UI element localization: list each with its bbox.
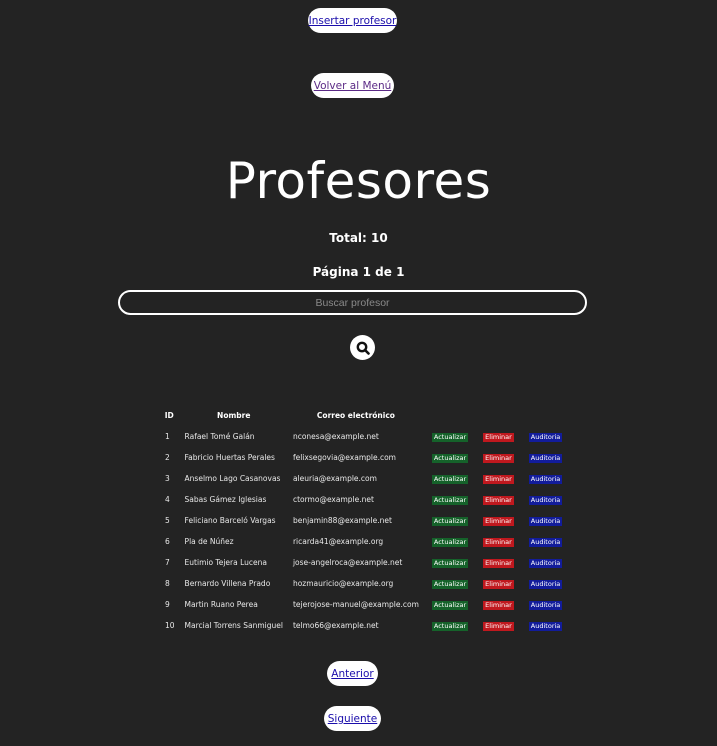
update-button[interactable]: Actualizar [431, 495, 469, 505]
search-input[interactable] [118, 290, 587, 315]
insert-professor-link[interactable]: Insertar profesor [308, 8, 397, 33]
table-row: 10 Marcial Torrens Sanmiguel telmo66@examp… [159, 615, 569, 636]
table-row: 1 Rafael Tomé Galán nconesa@example.net Act… [159, 426, 569, 447]
cell-id: 4 [165, 495, 170, 504]
update-button[interactable]: Actualizar [431, 579, 469, 589]
cell-email: ricarda41@example.org [292, 537, 384, 546]
table-row: 3 Anselmo Lago Casanovas aleuria@example.c… [159, 468, 569, 489]
cell-name: Pla de Núñez [184, 537, 234, 546]
column-header-name: Nombre [217, 410, 251, 420]
column-header-actions [424, 404, 475, 426]
audit-button[interactable]: Auditoria [528, 600, 563, 610]
delete-button[interactable]: Eliminar [483, 537, 514, 547]
delete-button[interactable]: Eliminar [483, 516, 514, 526]
next-page-link[interactable]: Siguiente [324, 706, 381, 731]
delete-button[interactable]: Eliminar [483, 558, 514, 568]
table-row: 4 Sabas Gámez Iglesias ctormo@example.net A… [159, 489, 569, 510]
search-icon [356, 341, 370, 355]
cell-name: Feliciano Barceló Vargas [184, 516, 276, 525]
search-button[interactable] [350, 335, 375, 360]
column-header-email: Correo electrónico [316, 410, 395, 420]
cell-email: tejerojose-manuel@example.com [292, 600, 419, 609]
delete-button[interactable]: Eliminar [483, 600, 514, 610]
audit-button[interactable]: Auditoria [528, 579, 563, 589]
table-row: 6 Pla de Núñez ricarda41@example.org Actual… [159, 531, 569, 552]
page-indicator: Página 1 de 1 [312, 265, 405, 279]
cell-id: 3 [165, 474, 170, 483]
page: Insertar profesor Volver al Menú Profeso… [0, 0, 717, 746]
table-body: 1 Rafael Tomé Galán nconesa@example.net Act… [159, 426, 569, 636]
audit-button[interactable]: Auditoria [528, 495, 563, 505]
professors-table: ID Nombre Correo electrónico 1 Rafael Tom… [159, 404, 569, 636]
update-button[interactable]: Actualizar [431, 432, 469, 442]
audit-button[interactable]: Auditoria [528, 537, 563, 547]
cell-name: Eutimio Tejera Lucena [184, 558, 267, 567]
delete-button[interactable]: Eliminar [483, 453, 514, 463]
audit-button[interactable]: Auditoria [528, 474, 563, 484]
cell-email: nconesa@example.net [292, 432, 379, 441]
audit-button[interactable]: Auditoria [528, 621, 563, 631]
update-button[interactable]: Actualizar [431, 621, 469, 631]
table-row: 2 Fabricio Huertas Perales felixsegovia@ex… [159, 447, 569, 468]
page-title: Profesores [225, 152, 492, 210]
audit-button[interactable]: Auditoria [528, 432, 563, 442]
update-button[interactable]: Actualizar [431, 516, 469, 526]
cell-id: 2 [165, 453, 170, 462]
update-button[interactable]: Actualizar [431, 600, 469, 610]
delete-button[interactable]: Eliminar [483, 432, 514, 442]
column-header-id: ID [164, 410, 174, 420]
delete-button[interactable]: Eliminar [483, 495, 514, 505]
table-row: 7 Eutimio Tejera Lucena jose-angelroca@exa… [159, 552, 569, 573]
cell-id: 10 [165, 621, 175, 630]
cell-name: Bernardo Villena Prado [184, 579, 271, 588]
table-row: 8 Bernardo Villena Prado hozmauricio@examp… [159, 573, 569, 594]
update-button[interactable]: Actualizar [431, 537, 469, 547]
cell-id: 1 [165, 432, 170, 441]
audit-button[interactable]: Auditoria [528, 516, 563, 526]
update-button[interactable]: Actualizar [431, 453, 469, 463]
cell-name: Fabricio Huertas Perales [184, 453, 275, 462]
table-row: 9 Martin Ruano Perea tejerojose-manuel@exa… [159, 594, 569, 615]
cell-name: Martin Ruano Perea [184, 600, 258, 609]
previous-page-link[interactable]: Anterior [327, 661, 378, 686]
cell-email: benjamin88@example.net [292, 516, 392, 525]
cell-name: Anselmo Lago Casanovas [184, 474, 281, 483]
delete-button[interactable]: Eliminar [483, 474, 514, 484]
audit-button[interactable]: Auditoria [528, 453, 563, 463]
cell-email: telmo66@example.net [292, 621, 379, 630]
update-button[interactable]: Actualizar [431, 474, 469, 484]
table-header-row: ID Nombre Correo electrónico [159, 404, 569, 426]
cell-name: Sabas Gámez Iglesias [184, 495, 267, 504]
delete-button[interactable]: Eliminar [483, 621, 514, 631]
table-row: 5 Feliciano Barceló Vargas benjamin88@exam… [159, 510, 569, 531]
cell-id: 6 [165, 537, 170, 546]
cell-name: Rafael Tomé Galán [184, 432, 255, 441]
cell-email: ctormo@example.net [292, 495, 374, 504]
cell-id: 5 [165, 516, 170, 525]
cell-id: 8 [165, 579, 170, 588]
cell-id: 7 [165, 558, 170, 567]
cell-email: hozmauricio@example.org [292, 579, 394, 588]
audit-button[interactable]: Auditoria [528, 558, 563, 568]
cell-email: jose-angelroca@example.net [292, 558, 403, 567]
total-count: Total: 10 [329, 231, 388, 245]
cell-email: felixsegovia@example.com [292, 453, 396, 462]
cell-name: Marcial Torrens Sanmiguel [184, 621, 283, 630]
update-button[interactable]: Actualizar [431, 558, 469, 568]
cell-id: 9 [165, 600, 170, 609]
delete-button[interactable]: Eliminar [483, 579, 514, 589]
back-to-menu-link[interactable]: Volver al Menú [311, 73, 394, 98]
cell-email: aleuria@example.com [292, 474, 377, 483]
